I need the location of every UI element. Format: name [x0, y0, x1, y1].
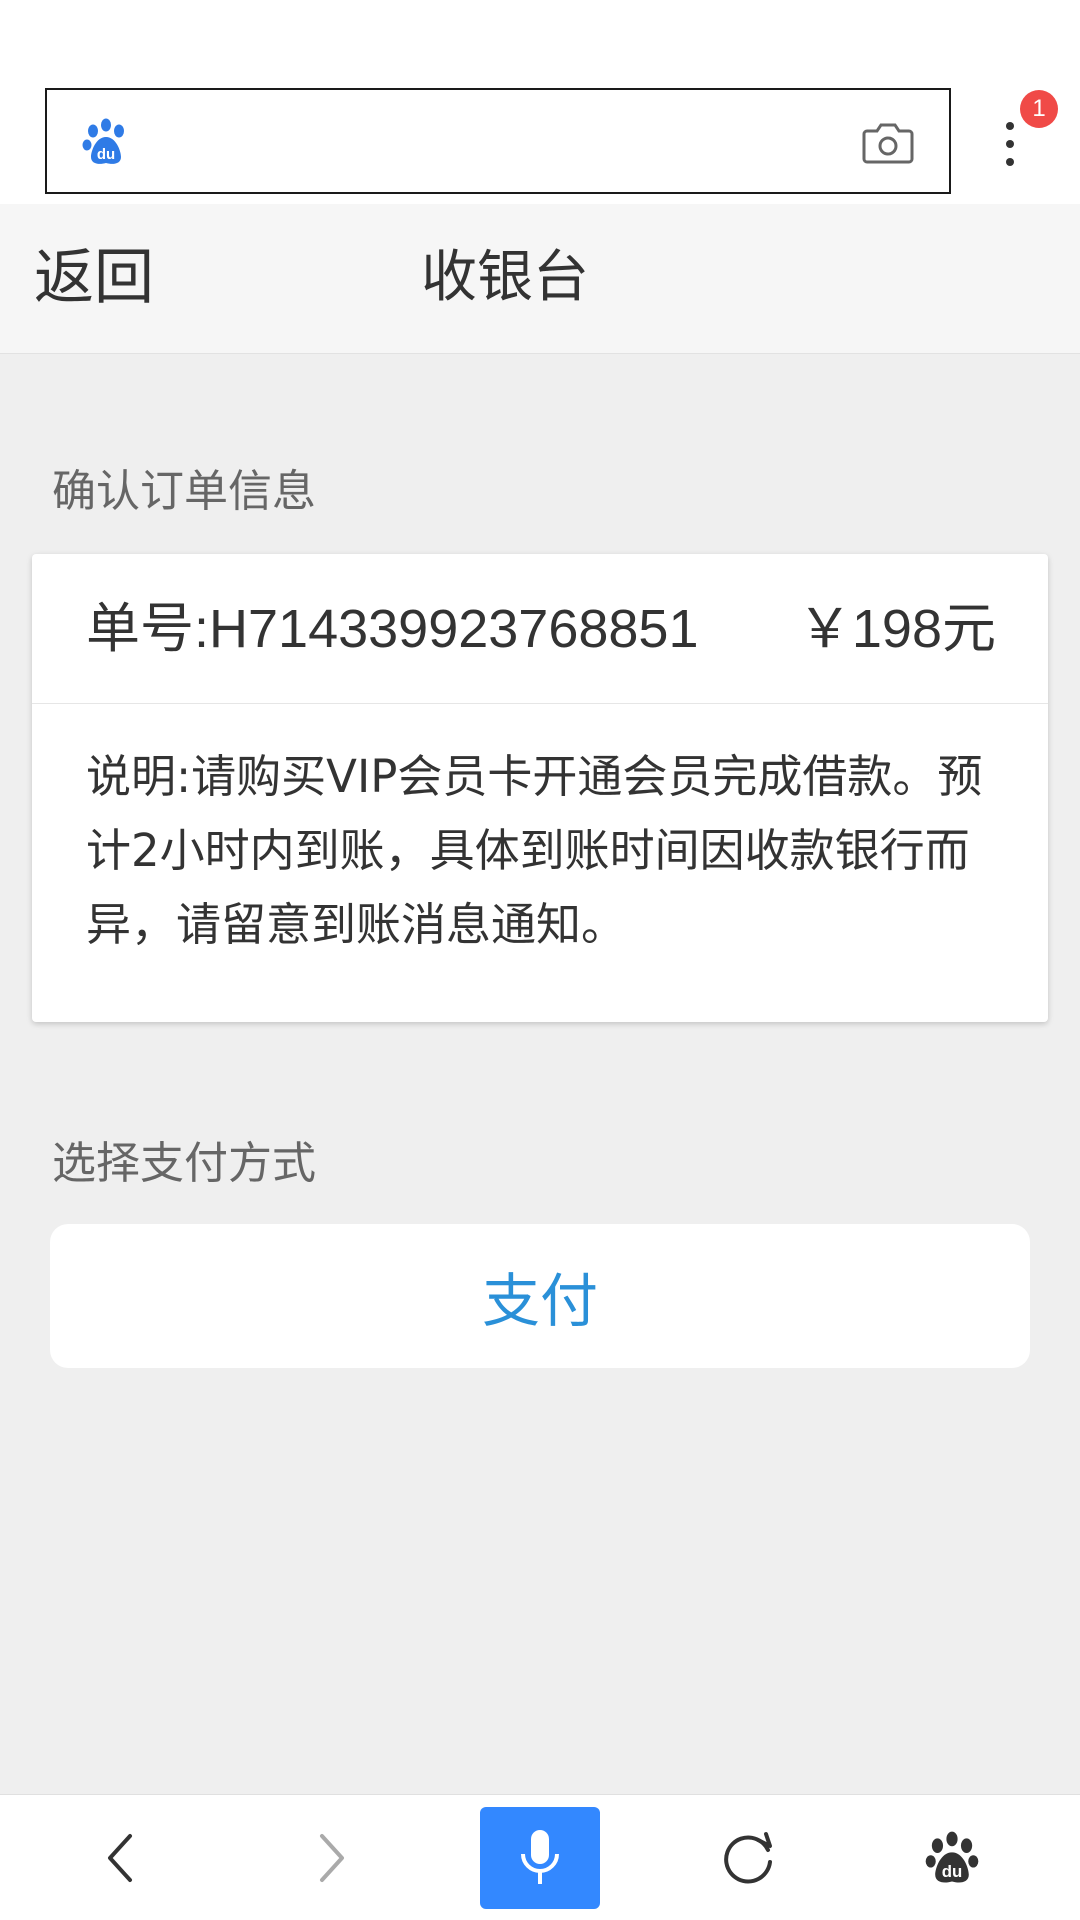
order-note: 说明:请购买VIP会员卡开通会员完成借款。预计2小时内到账，具体到账时间因收款银… — [86, 750, 983, 951]
chevron-right-icon — [320, 1834, 344, 1882]
chevron-left-icon — [108, 1834, 132, 1882]
notification-badge: 1 — [1020, 90, 1058, 128]
pay-button[interactable]: 支付 — [50, 1224, 1030, 1368]
bottom-navigation: du — [0, 1794, 1080, 1920]
refresh-icon — [724, 1832, 772, 1884]
status-bar-area — [0, 0, 1080, 70]
order-amount: ￥198元 — [797, 599, 996, 659]
order-number: 单号:H714339923768851 — [86, 599, 699, 659]
baidu-paw-icon: du — [925, 1831, 979, 1883]
nav-back-button[interactable] — [60, 1795, 180, 1920]
page-title: 收银台 — [421, 245, 589, 310]
nav-baidu-home-button[interactable]: du — [892, 1795, 1012, 1920]
order-section-label: 确认订单信息 — [52, 466, 316, 517]
voice-button-background — [480, 1807, 600, 1909]
page-header: 返回 收银台 — [0, 204, 1080, 354]
svg-text:du: du — [942, 1862, 963, 1881]
svg-text:du: du — [97, 146, 115, 163]
microphone-icon — [521, 1830, 559, 1884]
more-vertical-icon[interactable] — [990, 114, 1030, 174]
address-bar[interactable]: du — [45, 88, 951, 194]
order-info-card: 单号:H714339923768851 ￥198元 说明:请购买VIP会员卡开通… — [32, 554, 1048, 1022]
order-summary-row: 单号:H714339923768851 ￥198元 — [32, 554, 1048, 704]
browser-toolbar: du 1 — [0, 70, 1080, 204]
nav-voice-button[interactable] — [480, 1795, 600, 1920]
payment-section-label: 选择支付方式 — [52, 1138, 316, 1189]
camera-icon[interactable] — [861, 117, 915, 167]
baidu-paw-icon: du — [82, 118, 124, 164]
nav-refresh-button[interactable] — [688, 1795, 808, 1920]
nav-forward-button[interactable] — [272, 1795, 392, 1920]
